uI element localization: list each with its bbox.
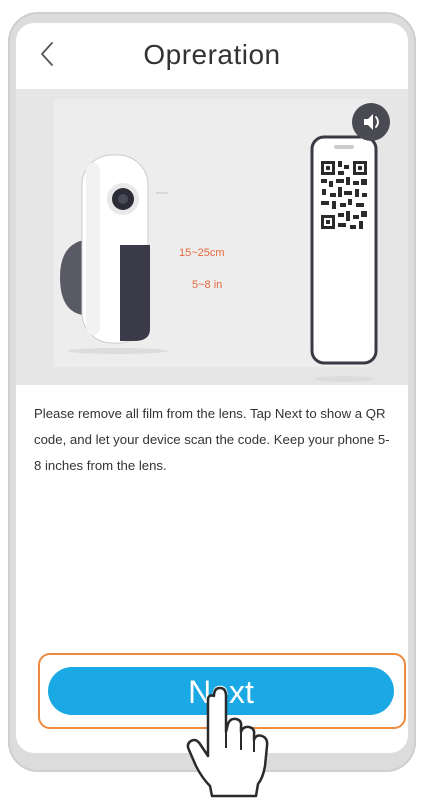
camera-illustration [60, 154, 168, 354]
hand-pointer-icon [186, 686, 269, 798]
sound-button[interactable] [352, 103, 390, 141]
instruction-text: Please remove all film from the lens. Ta… [34, 406, 390, 473]
distance-cm-label: 15~25cm [179, 247, 225, 259]
phone-illustration [310, 135, 378, 382]
qr-code-graphic [318, 157, 370, 233]
app-screen: Opreration 15~25cm 5~8 in Please remove … [16, 23, 408, 753]
speaker-icon [364, 114, 379, 130]
camera-scan-illustration [60, 135, 378, 382]
header: Opreration [16, 23, 408, 89]
illustration-area: 15~25cm 5~8 in [16, 89, 408, 385]
page-title: Opreration [143, 39, 281, 70]
distance-in-label: 5~8 in [192, 279, 223, 291]
